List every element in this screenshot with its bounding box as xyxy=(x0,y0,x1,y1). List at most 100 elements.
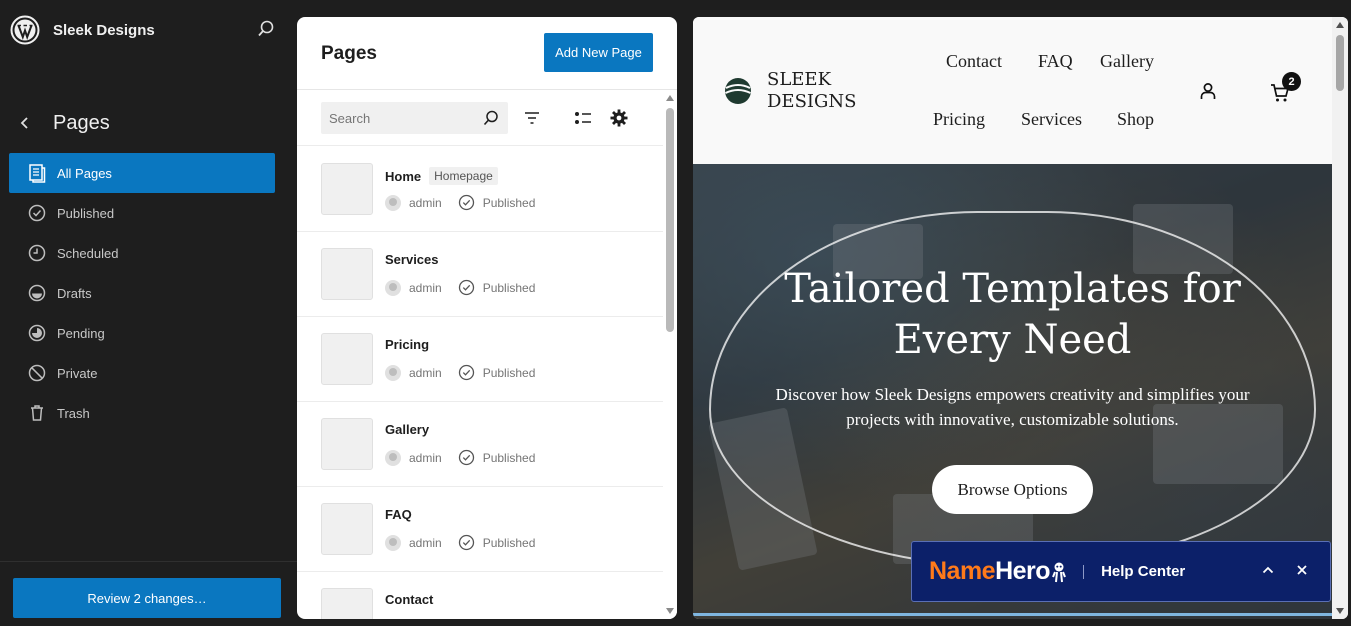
drafts-icon xyxy=(28,284,46,302)
list-item-meta: admin Published xyxy=(385,534,535,551)
published-icon xyxy=(28,204,46,222)
hero-title-line: Tailored Templates for xyxy=(784,266,1241,312)
preview-scrollbar[interactable] xyxy=(1332,17,1348,619)
nav-link-gallery[interactable]: Gallery xyxy=(1100,51,1154,72)
list-item-title[interactable]: FAQ xyxy=(385,507,412,522)
avatar xyxy=(385,194,401,211)
help-center-label[interactable]: Help Center xyxy=(1101,563,1185,580)
sidebar: Sleek Designs Pages All Pages Published … xyxy=(0,0,297,626)
status-label: Published xyxy=(482,450,536,465)
list-item-meta: admin Published xyxy=(385,449,535,466)
nav-link-pricing[interactable]: Pricing xyxy=(933,109,985,130)
site-editor: Sleek Designs Pages All Pages Published … xyxy=(0,0,1351,626)
page-thumbnail[interactable] xyxy=(321,503,373,555)
review-changes-button[interactable]: Review 2 changes… xyxy=(13,578,281,618)
close-icon[interactable] xyxy=(1295,563,1309,577)
search-field[interactable] xyxy=(321,102,508,134)
scroll-up-arrow-icon[interactable] xyxy=(1336,22,1344,28)
list-item[interactable]: Services admin Published xyxy=(297,232,665,317)
view-options-icon[interactable] xyxy=(573,108,593,128)
trash-icon xyxy=(31,405,43,421)
search-icon[interactable] xyxy=(256,19,276,39)
page-thumbnail[interactable] xyxy=(321,418,373,470)
scrollbar-thumb[interactable] xyxy=(666,108,674,332)
sidebar-heading: Pages xyxy=(53,111,110,134)
scroll-up-arrow-icon[interactable] xyxy=(666,95,674,101)
published-icon xyxy=(458,449,474,466)
page-thumbnail[interactable] xyxy=(321,248,373,300)
published-icon xyxy=(458,534,474,551)
namehero-logo-part: Name xyxy=(929,557,996,585)
list-item[interactable]: Contact xyxy=(297,572,665,619)
list-item-title-wrap: Pricing xyxy=(385,337,429,352)
list-item-title[interactable]: Gallery xyxy=(385,422,429,437)
site-preview[interactable]: SLEEK DESIGNS Contact FAQ Gallery Pricin… xyxy=(693,17,1348,619)
list-item-title-wrap: Contact xyxy=(385,592,433,607)
namehero-logo-part: Hero xyxy=(995,557,1051,585)
sidebar-item-published[interactable]: Published xyxy=(9,193,275,233)
page-thumbnail[interactable] xyxy=(321,163,373,215)
list-item[interactable]: FAQ admin Published xyxy=(297,487,665,572)
sidebar-item-private[interactable]: Private xyxy=(9,353,275,393)
avatar xyxy=(385,364,401,381)
list-item-title[interactable]: Contact xyxy=(385,592,433,607)
hero-title-line: Every Need xyxy=(893,317,1132,363)
account-icon[interactable] xyxy=(1198,81,1218,101)
pages-icon xyxy=(29,164,46,183)
sidebar-item-trash[interactable]: Trash xyxy=(9,393,275,433)
site-title[interactable]: Sleek Designs xyxy=(53,22,155,39)
sidebar-item-drafts[interactable]: Drafts xyxy=(9,273,275,313)
brand-name-line: DESIGNS xyxy=(767,91,857,112)
homepage-badge: Homepage xyxy=(429,167,498,185)
page-thumbnail[interactable] xyxy=(321,333,373,385)
sidebar-item-all-pages[interactable]: All Pages xyxy=(9,153,275,193)
namehero-logo: Name Hero xyxy=(929,557,1067,586)
list-item-title[interactable]: Pricing xyxy=(385,337,429,352)
published-icon xyxy=(458,194,474,211)
sidebar-item-pending[interactable]: Pending xyxy=(9,313,275,353)
list-item[interactable]: Gallery admin Published xyxy=(297,402,665,487)
wordpress-logo-icon[interactable] xyxy=(10,15,40,45)
scroll-down-arrow-icon[interactable] xyxy=(1336,608,1344,614)
nav-link-services[interactable]: Services xyxy=(1021,109,1082,130)
sidebar-item-scheduled[interactable]: Scheduled xyxy=(9,233,275,273)
sidebar-item-label: Scheduled xyxy=(57,245,119,261)
site-header: SLEEK DESIGNS Contact FAQ Gallery Pricin… xyxy=(693,17,1332,164)
list-item-meta: admin Published xyxy=(385,279,535,296)
list-item-meta: admin Published xyxy=(385,364,535,381)
divider xyxy=(0,561,297,562)
pending-icon xyxy=(28,324,46,342)
sidebar-nav: All Pages Published Scheduled Drafts Pen… xyxy=(9,153,275,433)
search-input[interactable] xyxy=(329,102,479,134)
nav-link-shop[interactable]: Shop xyxy=(1117,109,1154,130)
list-scrollbar[interactable] xyxy=(663,90,677,619)
filter-icon[interactable] xyxy=(522,108,542,128)
search-icon xyxy=(483,110,498,126)
nav-link-faq[interactable]: FAQ xyxy=(1038,51,1073,72)
avatar xyxy=(385,449,401,466)
add-new-page-button[interactable]: Add New Page xyxy=(544,33,653,72)
status-label: Published xyxy=(482,535,536,550)
private-icon xyxy=(28,364,46,382)
help-center-widget[interactable]: Name Hero Help Center xyxy=(911,541,1331,602)
scroll-down-arrow-icon[interactable] xyxy=(666,608,674,614)
list-item[interactable]: Home Homepage admin Published xyxy=(297,147,665,232)
sidebar-item-label: Pending xyxy=(57,325,105,341)
brand-name-line: SLEEK xyxy=(767,69,832,90)
scrollbar-thumb[interactable] xyxy=(1336,35,1344,91)
site-logo[interactable]: SLEEK DESIGNS xyxy=(724,69,867,113)
list-item[interactable]: Pricing admin Published xyxy=(297,317,665,402)
gear-icon[interactable] xyxy=(609,108,629,128)
list-item-title[interactable]: Home xyxy=(385,169,421,184)
nav-link-contact[interactable]: Contact xyxy=(946,51,1002,72)
list-item-meta: admin Published xyxy=(385,194,535,211)
chevron-left-icon[interactable] xyxy=(16,114,34,132)
list-item-title-wrap: Services xyxy=(385,252,439,267)
status-label: Published xyxy=(482,280,536,295)
list-item-title[interactable]: Services xyxy=(385,252,439,267)
chevron-up-icon[interactable] xyxy=(1261,563,1275,577)
page-thumbnail[interactable] xyxy=(321,588,373,619)
browse-options-button[interactable]: Browse Options xyxy=(932,465,1093,514)
status-label: Published xyxy=(482,195,536,210)
pages-panel-header: Pages Add New Page xyxy=(297,17,677,90)
